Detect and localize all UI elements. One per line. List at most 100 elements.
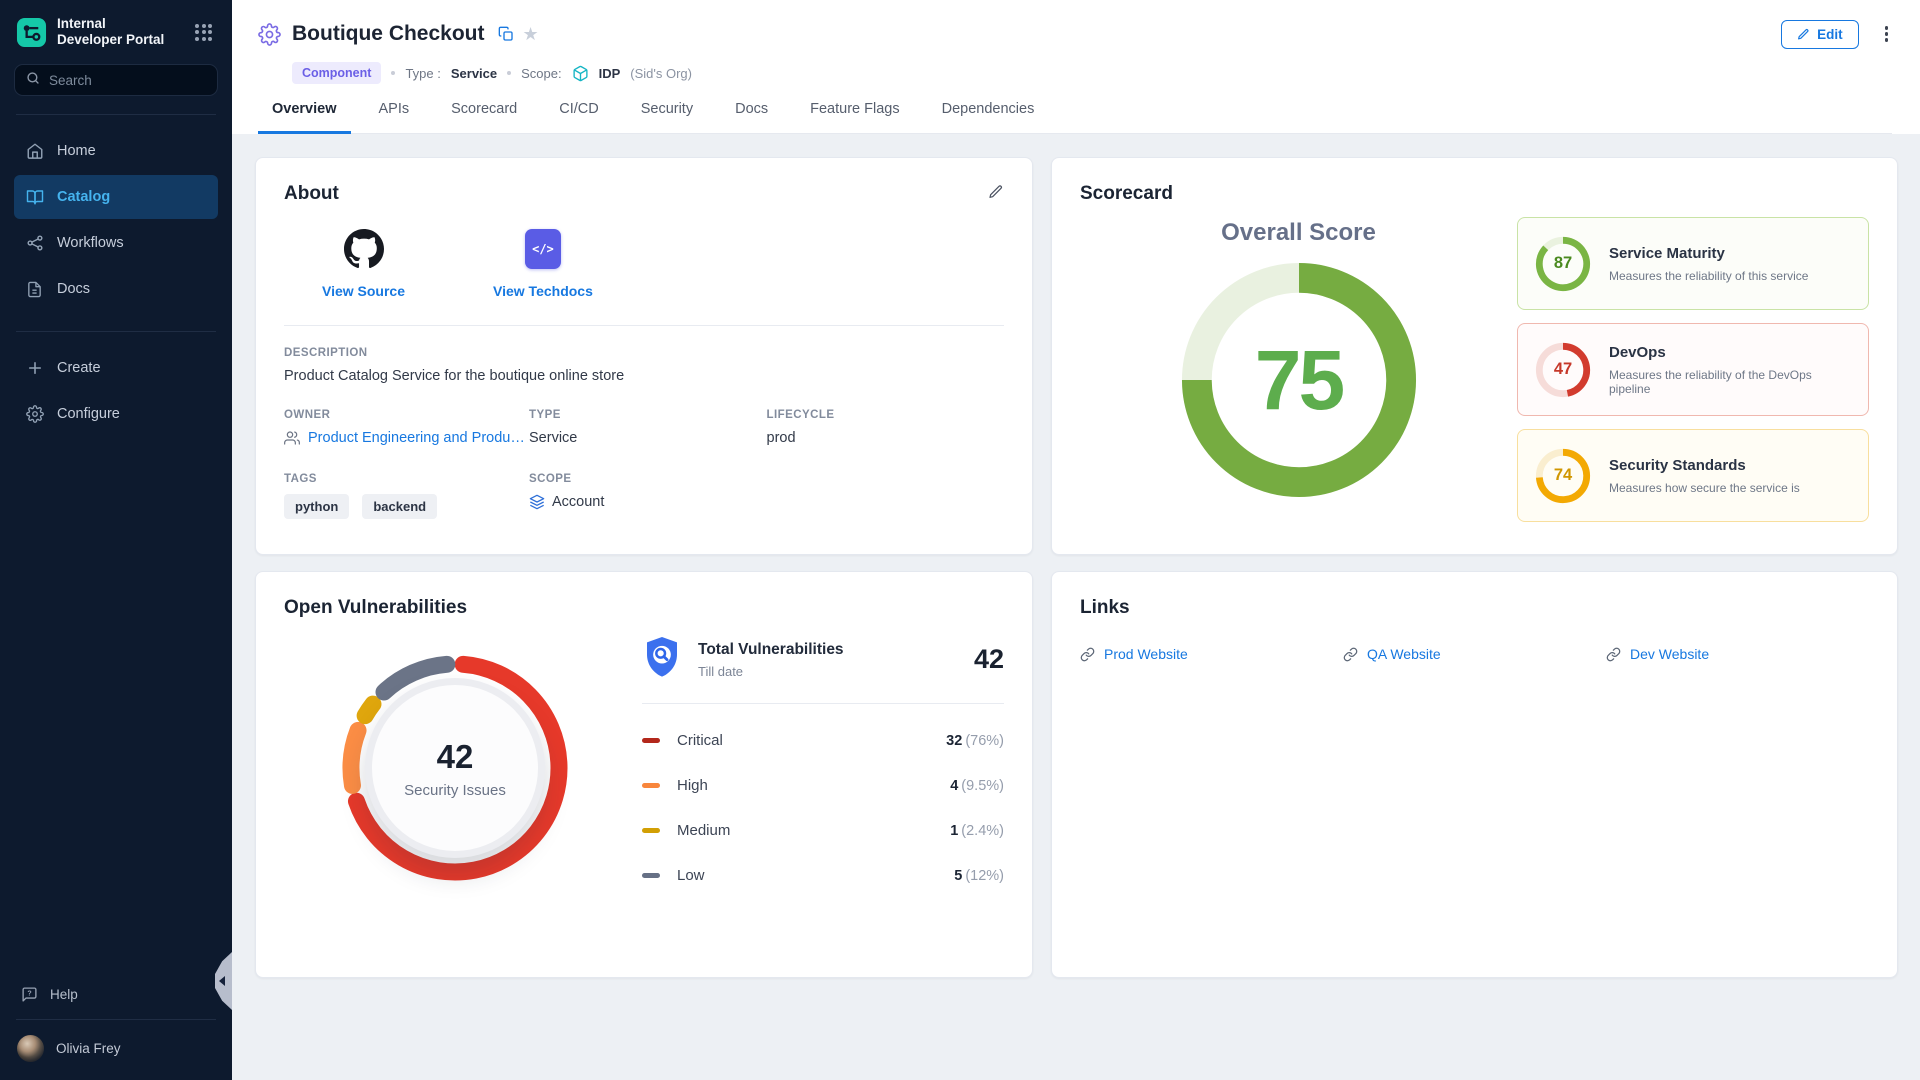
- vulnerabilities-title: Open Vulnerabilities: [284, 597, 467, 619]
- view-techdocs-link[interactable]: </> View Techdocs: [493, 229, 593, 299]
- scope-field-label: SCOPE: [529, 473, 767, 485]
- tab-docs[interactable]: Docs: [721, 101, 782, 134]
- sidebar-divider: [16, 114, 216, 115]
- separator-dot: [507, 71, 511, 75]
- chevron-left-icon: [219, 976, 225, 986]
- page-title: Boutique Checkout: [292, 22, 485, 46]
- links-row: Prod Website QA Website Dev Website: [1080, 646, 1869, 662]
- scorecard-title: Scorecard: [1080, 183, 1173, 205]
- sidebar-bottom: ? Help Olivia Frey: [14, 986, 218, 1062]
- scorecard-item-name: Security Standards: [1609, 457, 1800, 474]
- logo-row: Internal Developer Portal: [14, 16, 218, 48]
- link-icon: [1080, 647, 1095, 662]
- severity-swatch: [642, 738, 660, 743]
- about-card-header: About: [284, 183, 1004, 205]
- sidebar-item-label: Create: [57, 360, 101, 376]
- severity-percent: (76%): [965, 733, 1004, 749]
- search-icon: [26, 71, 40, 90]
- sidebar-item-create[interactable]: Create: [14, 346, 218, 390]
- sidebar-item-catalog[interactable]: Catalog: [14, 175, 218, 219]
- pencil-icon: [1797, 28, 1810, 41]
- scorecard-item-name: Service Maturity: [1609, 245, 1808, 262]
- tab-scorecard[interactable]: Scorecard: [437, 101, 531, 134]
- edit-button[interactable]: Edit: [1781, 20, 1859, 49]
- scope-label: Scope:: [521, 66, 561, 81]
- user-profile[interactable]: Olivia Frey: [14, 1035, 218, 1062]
- copy-icon[interactable]: [498, 26, 514, 42]
- workflows-icon: [25, 234, 44, 253]
- tab-bar: Overview APIs Scorecard CI/CD Security D…: [258, 101, 1892, 134]
- shield-scan-icon: [642, 635, 682, 684]
- tab-dependencies[interactable]: Dependencies: [928, 101, 1049, 134]
- sidebar-item-help[interactable]: ? Help: [14, 986, 218, 1003]
- breadcrumb: Component Type : Service Scope: IDP (Sid…: [292, 62, 1892, 84]
- vulnerabilities-donut-center: 42 Security Issues: [365, 678, 545, 858]
- severity-swatch: [642, 873, 660, 878]
- links-title: Links: [1080, 597, 1130, 619]
- plus-icon: [25, 359, 44, 378]
- search-input[interactable]: [49, 73, 206, 88]
- lifecycle-value: prod: [767, 430, 1005, 446]
- catalog-icon: [25, 188, 44, 207]
- link-dev-website[interactable]: Dev Website: [1606, 646, 1869, 662]
- sidebar-item-configure[interactable]: Configure: [14, 392, 218, 436]
- type-field-label: TYPE: [529, 409, 767, 421]
- sidebar-item-home[interactable]: Home: [14, 129, 218, 173]
- link-qa-website[interactable]: QA Website: [1343, 646, 1606, 662]
- github-icon: [344, 229, 384, 269]
- scope-field-value: Account: [529, 494, 767, 510]
- app-logo-icon: [16, 17, 47, 48]
- severity-row-medium: Medium 1(2.4%): [642, 822, 1004, 839]
- sidebar-item-docs[interactable]: Docs: [14, 267, 218, 311]
- main-area: Boutique Checkout ★ Edit Component Type …: [232, 0, 1920, 1080]
- severity-label: Low: [677, 867, 705, 884]
- tab-cicd[interactable]: CI/CD: [545, 101, 612, 134]
- tab-security[interactable]: Security: [627, 101, 707, 134]
- severity-values: 1(2.4%): [950, 823, 1004, 839]
- about-title: About: [284, 183, 339, 205]
- view-source-link[interactable]: View Source: [322, 229, 405, 299]
- app-title: Internal Developer Portal: [57, 16, 164, 48]
- severity-count: 32: [946, 733, 962, 749]
- severity-values: 5(12%): [954, 868, 1004, 884]
- sidebar-search[interactable]: [14, 64, 218, 96]
- sidebar-item-label: Docs: [57, 281, 90, 297]
- sidebar-item-workflows[interactable]: Workflows: [14, 221, 218, 265]
- apps-grid-icon[interactable]: [191, 20, 216, 45]
- gear-icon: [25, 405, 44, 424]
- tab-overview[interactable]: Overview: [258, 101, 351, 134]
- tags-field: TAGS python backend: [284, 473, 529, 519]
- scorecard-item-service-maturity[interactable]: 87 Service Maturity Measures the reliabi…: [1517, 217, 1869, 310]
- tags-list: python backend: [284, 494, 529, 519]
- scorecard-item-devops[interactable]: 47 DevOps Measures the reliability of th…: [1517, 323, 1869, 416]
- edit-pencil-icon[interactable]: [988, 184, 1004, 205]
- tag-chip[interactable]: python: [284, 494, 349, 519]
- tab-apis[interactable]: APIs: [365, 101, 424, 134]
- scorecard-card-header: Scorecard: [1080, 183, 1869, 205]
- link-prod-website[interactable]: Prod Website: [1080, 646, 1343, 662]
- vulnerabilities-body: 42 Security Issues Total Vulnerabilities…: [284, 619, 1004, 893]
- owner-link[interactable]: Product Engineering and Product...: [284, 430, 529, 446]
- tag-chip[interactable]: backend: [362, 494, 437, 519]
- owner-field: OWNER Product Engineering and Product...: [284, 409, 529, 446]
- kebab-menu-icon[interactable]: [1881, 22, 1892, 46]
- severity-values: 4(9.5%): [950, 778, 1004, 794]
- star-icon[interactable]: ★: [523, 25, 539, 43]
- sidebar-item-label: Home: [57, 143, 96, 159]
- vulnerabilities-donut: 42 Security Issues: [330, 643, 580, 893]
- avatar: [17, 1035, 44, 1062]
- separator-dot: [391, 71, 395, 75]
- tab-feature-flags[interactable]: Feature Flags: [796, 101, 913, 134]
- scorecard-item-security-standards[interactable]: 74 Security Standards Measures how secur…: [1517, 429, 1869, 522]
- type-value: Service: [451, 66, 497, 81]
- app-title-line2: Developer Portal: [57, 32, 164, 48]
- total-vulnerabilities-row: Total Vulnerabilities Till date 42: [642, 635, 1004, 684]
- type-field: TYPE Service: [529, 409, 767, 446]
- about-fields: OWNER Product Engineering and Product...…: [284, 409, 1004, 519]
- help-label: Help: [50, 987, 78, 1002]
- sidebar-divider: [16, 331, 216, 332]
- scorecard-item-texts: Security Standards Measures how secure t…: [1609, 457, 1800, 495]
- help-chat-icon: ?: [21, 986, 38, 1003]
- link-label: QA Website: [1367, 646, 1441, 662]
- score-ring: 74: [1534, 447, 1592, 505]
